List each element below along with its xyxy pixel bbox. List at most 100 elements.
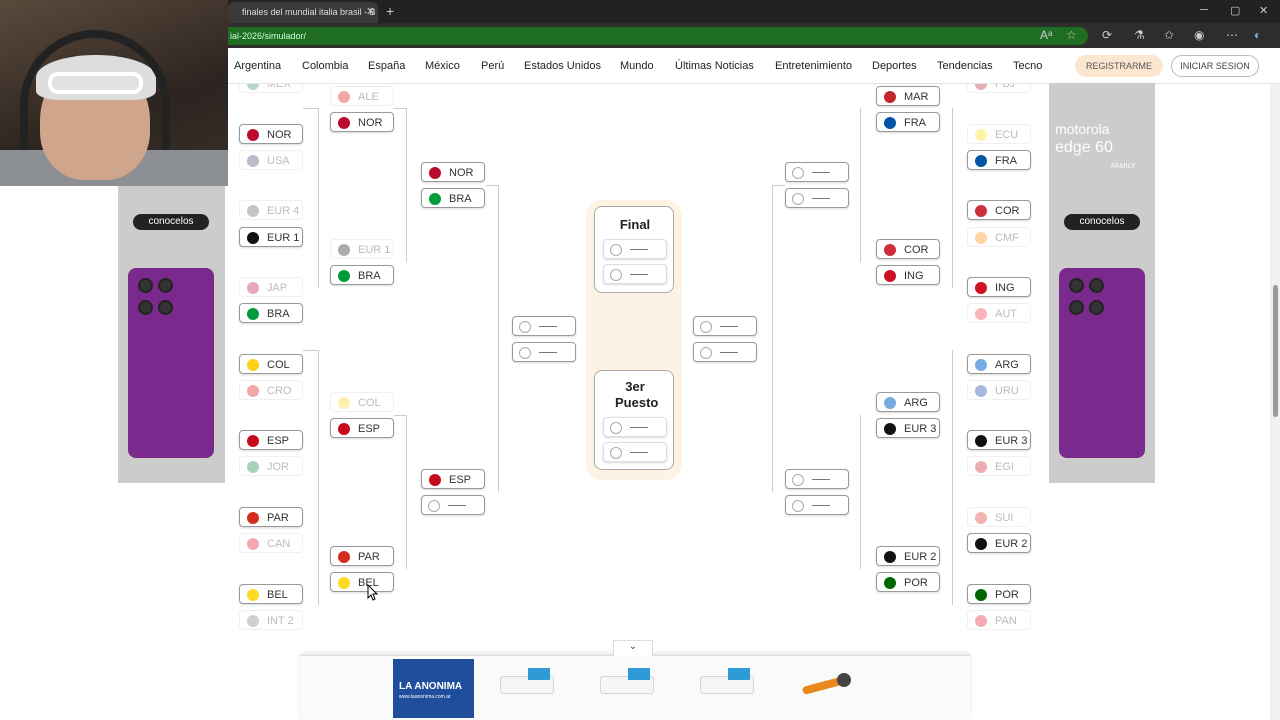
radio-button[interactable] bbox=[519, 321, 531, 333]
team-slot-jap[interactable]: JAP bbox=[239, 277, 303, 297]
team-slot-eur-3[interactable]: EUR 3 bbox=[967, 430, 1031, 450]
team-slot-int-2[interactable]: INT 2 bbox=[239, 610, 303, 630]
nav-item-tendencias[interactable]: Tendencias bbox=[937, 60, 993, 72]
radio-button[interactable] bbox=[428, 500, 440, 512]
radio-button[interactable] bbox=[700, 347, 712, 359]
team-slot-fra[interactable]: FRA bbox=[967, 150, 1031, 170]
nav-item-deportes[interactable]: Deportes bbox=[872, 60, 917, 72]
team-slot-nor[interactable]: NOR bbox=[330, 112, 394, 132]
tab-close-icon[interactable]: ✕ bbox=[366, 5, 375, 18]
team-slot-nor[interactable]: NOR bbox=[239, 124, 303, 144]
team-slot-fra[interactable]: FRA bbox=[876, 112, 940, 132]
team-slot-cro[interactable]: CRO bbox=[239, 380, 303, 400]
team-slot-eur-2[interactable]: EUR 2 bbox=[876, 546, 940, 566]
team-slot-can[interactable]: CAN bbox=[239, 533, 303, 553]
url-field[interactable]: ial-2026/simulador/ bbox=[228, 27, 1088, 45]
favorite-star-icon[interactable]: ☆ bbox=[1066, 28, 1077, 42]
team-slot-eur-2[interactable]: EUR 2 bbox=[967, 533, 1031, 553]
nav-item-mundo[interactable]: Mundo bbox=[620, 60, 654, 72]
radio-button[interactable] bbox=[700, 321, 712, 333]
team-slot-usa[interactable]: USA bbox=[239, 150, 303, 170]
la-anonima-logo[interactable]: LA ANONIMA www.laanonima.com.ar bbox=[393, 659, 474, 718]
empty-slot[interactable] bbox=[785, 162, 849, 182]
ad-cta-button[interactable]: conocelos bbox=[133, 214, 209, 230]
product-angle-grinder[interactable] bbox=[798, 672, 856, 698]
extensions-icon[interactable]: ⚗ bbox=[1134, 28, 1145, 42]
register-button[interactable]: REGISTRARME bbox=[1075, 55, 1163, 77]
radio-button[interactable] bbox=[792, 167, 804, 179]
third-place-slot[interactable] bbox=[603, 417, 667, 437]
empty-slot[interactable] bbox=[512, 316, 576, 336]
team-slot-por[interactable]: POR bbox=[967, 584, 1031, 604]
read-aloud-icon[interactable]: Aᵃ bbox=[1040, 28, 1052, 42]
team-slot-par[interactable]: PAR bbox=[330, 546, 394, 566]
empty-slot[interactable] bbox=[785, 469, 849, 489]
team-slot-eur-1[interactable]: EUR 1 bbox=[239, 227, 303, 247]
team-slot-jor[interactable]: JOR bbox=[239, 456, 303, 476]
product-air-conditioner[interactable] bbox=[592, 662, 662, 707]
empty-slot[interactable] bbox=[512, 342, 576, 362]
team-slot-eur-3[interactable]: EUR 3 bbox=[876, 418, 940, 438]
team-slot-cor[interactable]: COR bbox=[967, 200, 1031, 220]
team-slot-esp[interactable]: ESP bbox=[421, 469, 485, 489]
team-slot-cmf[interactable]: CMF bbox=[967, 227, 1031, 247]
minimize-icon[interactable]: ─ bbox=[1200, 4, 1208, 16]
nav-item-ultimas-noticias[interactable]: Últimas Noticias bbox=[675, 60, 754, 72]
empty-slot[interactable] bbox=[785, 188, 849, 208]
radio-button[interactable] bbox=[610, 422, 622, 434]
scrollbar-thumb[interactable] bbox=[1273, 285, 1278, 417]
team-slot-uru[interactable]: URU bbox=[967, 380, 1031, 400]
nav-item-entretenimiento[interactable]: Entretenimiento bbox=[775, 60, 852, 72]
login-button[interactable]: INICIAR SESION bbox=[1171, 55, 1259, 77]
nav-item-colombia[interactable]: Colombia bbox=[302, 60, 348, 72]
final-slot[interactable] bbox=[603, 264, 667, 284]
product-air-conditioner[interactable] bbox=[492, 662, 562, 707]
team-slot-col[interactable]: COL bbox=[330, 392, 394, 412]
new-tab-button[interactable]: + bbox=[386, 3, 394, 19]
team-slot-esp[interactable]: ESP bbox=[330, 418, 394, 438]
favorites-icon[interactable]: ✩ bbox=[1164, 28, 1174, 42]
maximize-icon[interactable]: ▢ bbox=[1230, 4, 1240, 17]
final-slot[interactable] bbox=[603, 239, 667, 259]
empty-slot[interactable] bbox=[693, 316, 757, 336]
team-slot-bel[interactable]: BEL bbox=[330, 572, 394, 592]
team-slot-arg[interactable]: ARG bbox=[876, 392, 940, 412]
team-slot-cor[interactable]: COR bbox=[876, 239, 940, 259]
team-slot-bel[interactable]: BEL bbox=[239, 584, 303, 604]
copilot-icon[interactable]: ◐ bbox=[1254, 28, 1261, 42]
team-slot-ecu[interactable]: ECU bbox=[967, 124, 1031, 144]
radio-button[interactable] bbox=[610, 447, 622, 459]
empty-slot[interactable] bbox=[421, 495, 485, 515]
nav-item-espana[interactable]: España bbox=[368, 60, 405, 72]
radio-button[interactable] bbox=[610, 269, 622, 281]
team-slot-bra[interactable]: BRA bbox=[239, 303, 303, 323]
ad-cta-button[interactable]: conocelos bbox=[1064, 214, 1140, 230]
team-slot-eur-1[interactable]: EUR 1 bbox=[330, 239, 394, 259]
radio-button[interactable] bbox=[792, 500, 804, 512]
team-slot-bra[interactable]: BRA bbox=[330, 265, 394, 285]
team-slot-par[interactable]: PAR bbox=[239, 507, 303, 527]
team-slot-egi[interactable]: EGI bbox=[967, 456, 1031, 476]
team-slot-bra[interactable]: BRA bbox=[421, 188, 485, 208]
team-slot-ing[interactable]: ING bbox=[967, 277, 1031, 297]
nav-item-tecno[interactable]: Tecno bbox=[1013, 60, 1042, 72]
team-slot-nor[interactable]: NOR bbox=[421, 162, 485, 182]
team-slot-sui[interactable]: SUI bbox=[967, 507, 1031, 527]
team-slot-por[interactable]: POR bbox=[876, 572, 940, 592]
more-menu-icon[interactable]: ⋯ bbox=[1226, 28, 1238, 42]
browser-tab[interactable]: finales del mundial italia brasil - B bbox=[228, 2, 378, 23]
empty-slot[interactable] bbox=[785, 495, 849, 515]
radio-button[interactable] bbox=[519, 347, 531, 359]
team-slot-col[interactable]: COL bbox=[239, 354, 303, 374]
ad-banner-left[interactable]: conocelos bbox=[118, 186, 225, 483]
nav-item-estados-unidos[interactable]: Estados Unidos bbox=[524, 60, 601, 72]
nav-item-mexico[interactable]: México bbox=[425, 60, 460, 72]
team-slot-esp[interactable]: ESP bbox=[239, 430, 303, 450]
nav-item-peru[interactable]: Perú bbox=[481, 60, 504, 72]
empty-slot[interactable] bbox=[693, 342, 757, 362]
ad-banner-right[interactable]: motorola edge 60 FAMILY conocelos bbox=[1049, 83, 1155, 483]
team-slot-eur-4[interactable]: EUR 4 bbox=[239, 200, 303, 220]
refresh-icon[interactable]: ⟳ bbox=[1102, 28, 1112, 42]
team-slot-mar[interactable]: MAR bbox=[876, 86, 940, 106]
team-slot-pan[interactable]: PAN bbox=[967, 610, 1031, 630]
